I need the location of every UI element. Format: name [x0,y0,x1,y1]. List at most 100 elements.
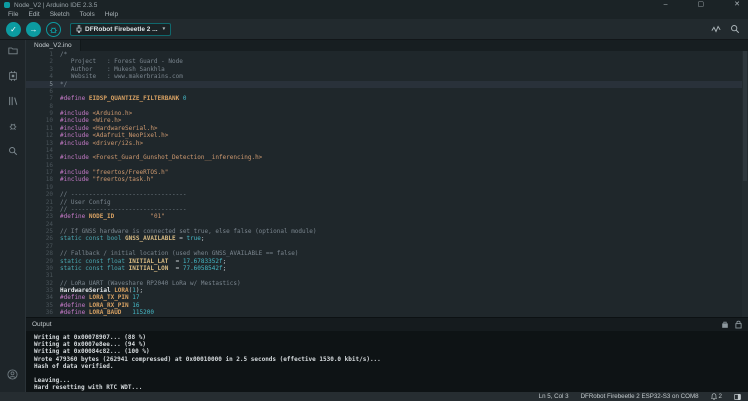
code-line[interactable]: 15 #include <Forest_Guard_Gunshot_Detecti… [26,154,748,161]
board-selector[interactable]: DFRobot Firebeetle 2 ... ▾ [70,22,172,36]
activity-sidebar [0,40,26,392]
board-port-status[interactable]: DFRobot Firebeetle 2 ESP32-S3 on COM8 [581,393,699,400]
tab-node-v2[interactable]: Node_V2.ino [26,40,81,51]
code-line[interactable]: 6 [26,88,748,95]
code-line[interactable]: 9 #include <Arduino.h> [26,110,748,117]
verify-button[interactable]: ✓ [6,21,21,37]
output-line: Hard resetting with RTC WDT... [34,384,143,392]
code-text: #include "freertos/task.h" [60,176,154,184]
minimize-icon[interactable]: – [664,0,668,10]
menu-file[interactable]: File [3,11,23,18]
code-line[interactable]: 8 [26,103,748,110]
output-console[interactable]: Writing at 0x00078907... (88 %) Writing a… [26,331,748,392]
line-number: 34 [45,294,53,302]
code-line[interactable]: 1 /* [26,51,748,58]
code-line[interactable]: 23 #define NODE_ID "01" [26,213,748,220]
output-line: Leaving... [34,377,71,385]
code-line[interactable]: 7 #define EIDSP_QUANTIZE_FILTERBANK 0 [26,95,748,102]
code-line[interactable]: 26 static const bool GNSS_AVAILABLE = tru… [26,235,748,242]
boards-manager-icon[interactable] [7,70,18,81]
code-line[interactable]: 34 #define LORA_TX_PIN 17 [26,294,748,301]
window-title: Node_V2 | Arduino IDE 2.3.5 [14,1,98,9]
line-number: 1 [49,51,53,58]
code-editor[interactable]: 1/* 2 Project : Forest Guard - Node 3 Auth… [26,51,748,317]
sketchbook-icon[interactable] [7,45,18,56]
notifications-panel-icon[interactable] [734,393,741,400]
line-number: 22 [45,205,53,213]
code-line[interactable]: 5 */ [26,80,748,88]
menu-help[interactable]: Help [100,11,123,18]
debug-button[interactable] [46,21,61,37]
code-line[interactable]: 12 #include <Adafruit_NeoPixel.h> [26,132,748,139]
code-line[interactable]: 3 Author : Mukesh Sankhla [26,66,748,73]
menu-edit[interactable]: Edit [23,11,44,18]
serial-monitor-icon[interactable] [730,24,740,34]
debug-panel-icon[interactable] [7,120,18,131]
code-line[interactable]: 11 #include <HardwareSerial.h> [26,125,748,132]
account-icon[interactable] [7,369,18,380]
statusbar: Ln 5, Col 3 DFRobot Firebeetle 2 ESP32-S… [0,392,748,401]
titlebar: Node_V2 | Arduino IDE 2.3.5 – ▢ ✕ [0,0,748,10]
code-line[interactable]: 36 #define LORA_BAUD 115200 [26,309,748,316]
serial-plotter-icon[interactable] [711,24,721,34]
bell-icon [710,393,717,400]
line-number: 2 [49,58,53,66]
notification-count: 2 [718,393,722,400]
toggle-autoscroll-lock-icon[interactable] [735,320,742,329]
code-line[interactable]: 18 #include "freertos/task.h" [26,176,748,183]
code-line[interactable]: 30 static const float INITIAL_LON = 77.60… [26,265,748,272]
code-line[interactable]: 28 // Fallback / initial location (used w… [26,250,748,257]
line-number: 9 [49,110,53,117]
code-line[interactable]: 21 // User Config [26,199,748,206]
line-number: 7 [49,95,53,103]
code-text: // Fallback / initial location (used whe… [60,250,299,258]
clear-output-icon[interactable] [721,321,729,329]
code-line[interactable]: 24 [26,221,748,228]
line-number: 16 [45,161,53,169]
code-line[interactable]: 4 Website : www.makerbrains.com [26,73,748,80]
code-line[interactable]: 32 // LoRa UART (Waveshare RP2040 LoRa w/… [26,280,748,287]
line-number: 4 [49,73,53,81]
menu-sketch[interactable]: Sketch [45,11,75,18]
editor-scrollbar[interactable] [742,51,748,317]
line-number: 25 [45,228,53,235]
output-header: Output [26,318,748,331]
upload-button[interactable]: → [26,21,41,37]
cursor-position[interactable]: Ln 5, Col 3 [539,393,569,400]
code-line[interactable]: 14 [26,147,748,154]
notifications-bell[interactable]: 2 [710,393,722,400]
code-text: #include <HardwareSerial.h> [60,124,158,132]
code-line[interactable]: 31 [26,272,748,279]
search-icon[interactable] [7,145,18,156]
code-text: // LoRa UART (Waveshare RP2040 LoRa w/ M… [60,279,241,287]
output-title: Output [32,321,52,328]
library-manager-icon[interactable] [7,95,18,106]
maximize-icon[interactable]: ▢ [698,0,705,10]
close-icon[interactable]: ✕ [734,0,740,10]
menu-tools[interactable]: Tools [75,11,100,18]
line-number: 21 [45,198,53,206]
editor-code: 1/* 2 Project : Forest Guard - Node 3 Auth… [26,51,748,317]
code-line[interactable]: 27 [26,243,748,250]
code-line[interactable]: 20 // -------------------------------- [26,191,748,198]
code-line[interactable]: 22 // -------------------------------- [26,206,748,213]
code-line[interactable]: 25 // If GNSS hardware is connected set t… [26,228,748,235]
code-line[interactable]: 10 #include <Wire.h> [26,117,748,124]
scrollbar-thumb[interactable] [743,51,747,181]
output-panel: Output Writing at 0x00078907... (88 %) Wr… [26,317,748,392]
code-text: HardwareSerial LORA(1); [60,287,144,294]
code-line[interactable]: 16 [26,162,748,169]
code-line[interactable]: 13 #include <driver/i2s.h> [26,140,748,147]
line-number: 14 [45,146,53,154]
code-line[interactable]: 2 Project : Forest Guard - Node [26,58,748,65]
output-line: Writing at 0x00078907... (88 %) [34,334,146,341]
code-text: #include <Adafruit_NeoPixel.h> [60,132,169,140]
code-line[interactable]: 17 #include "freertos/FreeRTOS.h" [26,169,748,176]
line-number: 32 [45,279,53,287]
code-line[interactable]: 33 HardwareSerial LORA(1); [26,287,748,294]
code-line[interactable]: 35 #define LORA_RX_PIN 16 [26,302,748,309]
code-line[interactable]: 19 [26,184,748,191]
code-text: #define LORA_BAUD 115200 [60,309,154,317]
code-line[interactable]: 29 static const float INITIAL_LAT = 17.67… [26,258,748,265]
